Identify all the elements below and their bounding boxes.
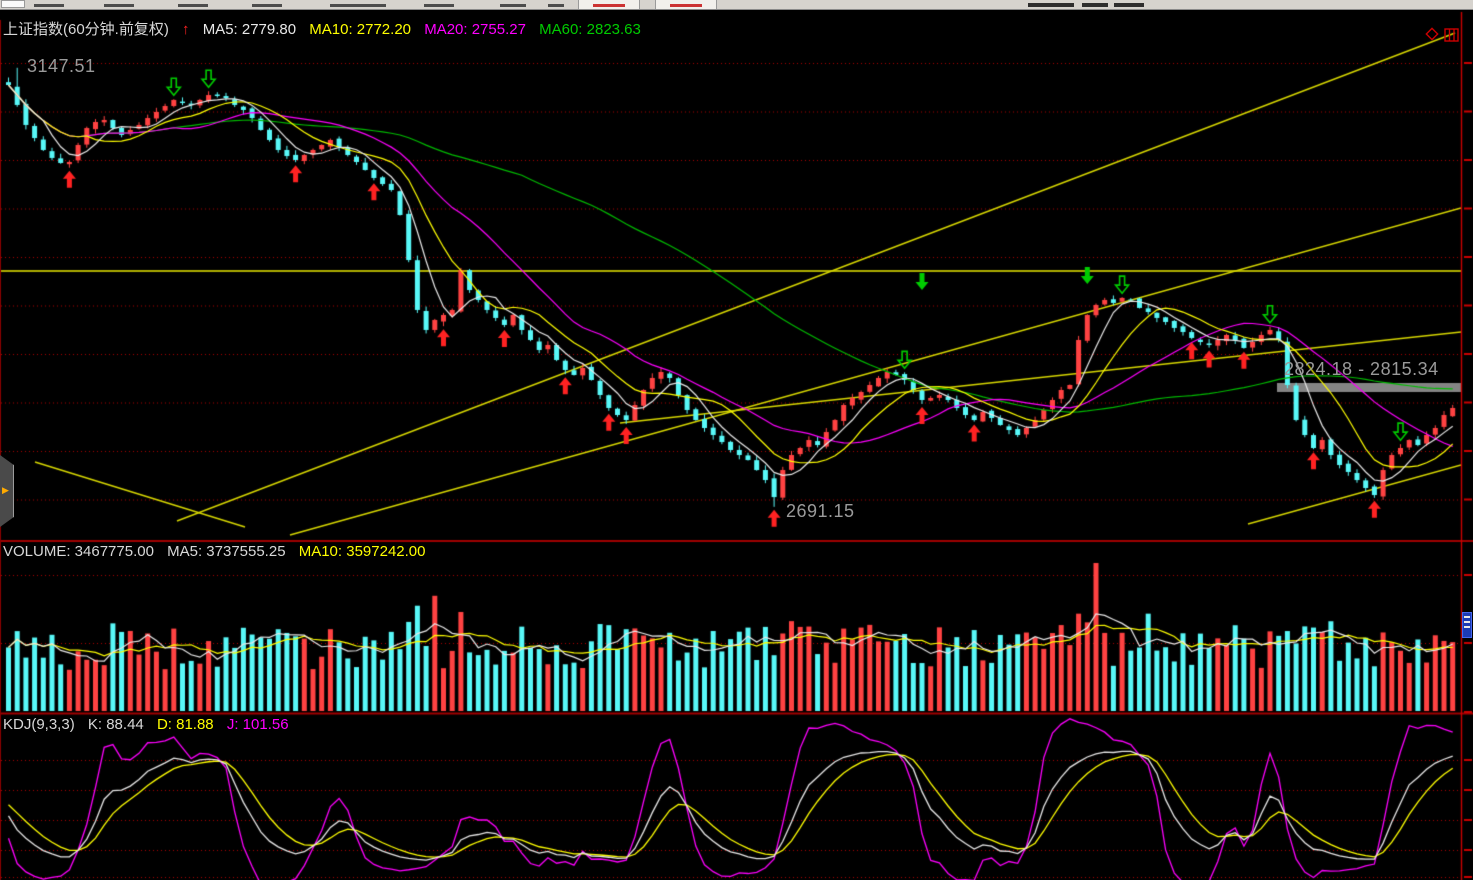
period-low-label: 2691.15 (786, 502, 855, 520)
trade-button[interactable] (655, 0, 717, 9)
period-high-label: 3147.51 (27, 57, 96, 75)
menu-stub (500, 4, 526, 7)
menu-stub (424, 4, 454, 7)
menu-stub (1114, 3, 1144, 7)
volume-header: VOLUME: 3467775.00 MA5: 3737555.25 MA10:… (3, 544, 435, 559)
expander-arrow-icon: ▶ (2, 485, 9, 496)
ma60-value: MA60: 2823.63 (539, 21, 641, 38)
trading-app-window: { "toolbar": {"note": "menu bar mostly c… (0, 0, 1473, 880)
chart-title: 上证指数(60分钟.前复权) (3, 21, 169, 38)
menu-stub (252, 4, 282, 7)
top-menubar[interactable] (0, 0, 1473, 10)
menu-stub (34, 4, 64, 7)
menubar-logo (1, 0, 25, 8)
order-button[interactable] (578, 0, 640, 9)
menu-stub (1082, 3, 1108, 7)
vol-ma5-value: MA5: 3737555.25 (167, 543, 285, 560)
multi-window-icon[interactable] (1443, 26, 1460, 43)
kdj-d-value: D: 81.88 (157, 716, 214, 733)
right-edge-badge[interactable] (1462, 612, 1472, 638)
menu-stub (104, 4, 134, 7)
ma5-value: MA5: 2779.80 (203, 21, 296, 38)
kdj-label: KDJ(9,3,3) (3, 716, 75, 733)
menu-stub (330, 4, 386, 7)
chart-corner-tools (1424, 26, 1460, 43)
gap-range-label: 2824.18 - 2815.34 (1284, 360, 1439, 378)
menu-stub (178, 4, 208, 7)
menu-stub (548, 4, 564, 7)
kdj-j-value: J: 101.56 (227, 716, 289, 733)
diamond-icon[interactable] (1424, 26, 1439, 42)
ma20-value: MA20: 2755.27 (424, 21, 526, 38)
vol-ma10-value: MA10: 3597242.00 (299, 543, 426, 560)
sidebar-expander-tab[interactable]: ▶ (0, 455, 14, 527)
volume-value: VOLUME: 3467775.00 (3, 543, 154, 560)
main-chart-header: 上证指数(60分钟.前复权) ↑ MA5: 2779.80 MA10: 2772… (3, 22, 650, 37)
chart-canvas[interactable] (0, 0, 1473, 880)
menu-stub (1028, 3, 1074, 7)
ma10-value: MA10: 2772.20 (309, 21, 411, 38)
up-arrow-icon: ↑ (182, 21, 190, 38)
kdj-header: KDJ(9,3,3) K: 88.44 D: 81.88 J: 101.56 (3, 717, 298, 732)
kdj-k-value: K: 88.44 (88, 716, 144, 733)
